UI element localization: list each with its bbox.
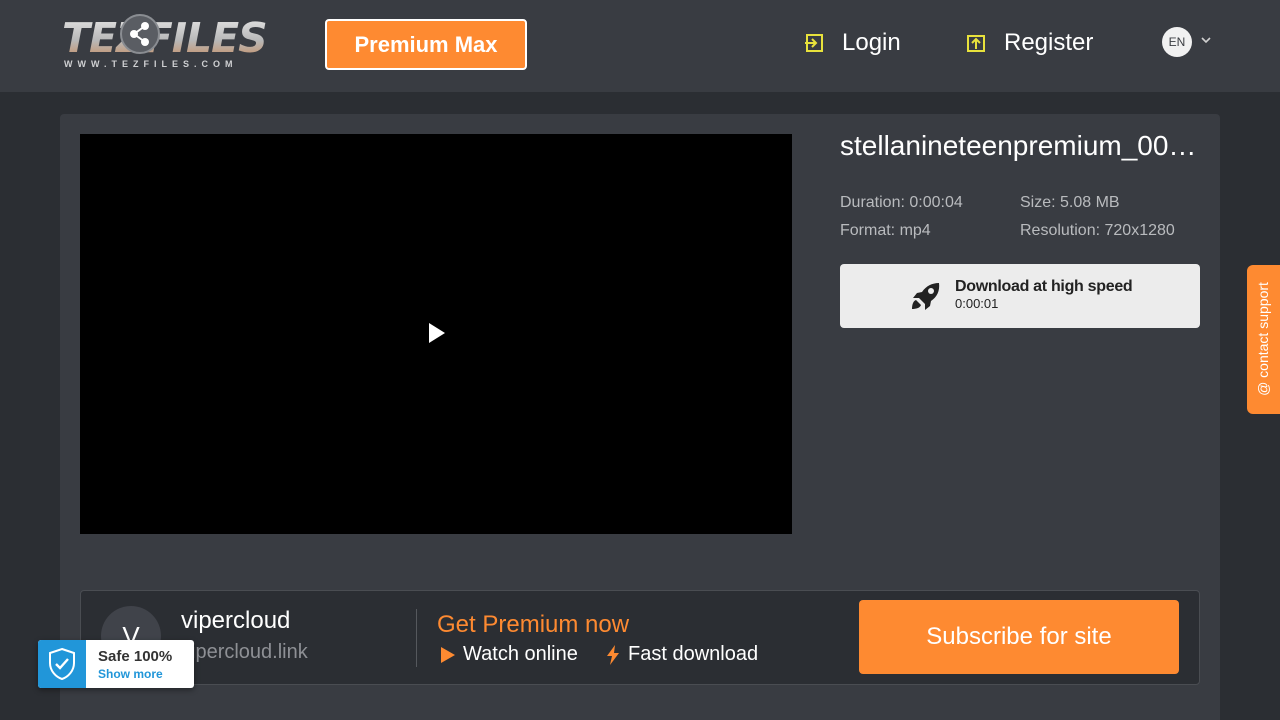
premium-max-button[interactable]: Premium Max [325, 19, 527, 70]
login-icon [805, 34, 823, 52]
register-label: Register [1004, 29, 1094, 56]
safe-badge[interactable]: Safe 100% Show more [38, 640, 194, 688]
video-player[interactable] [80, 134, 792, 534]
file-resolution: Resolution: 720x1280 [1020, 222, 1175, 239]
get-premium-title: Get Premium now [437, 611, 630, 638]
register-icon [967, 35, 985, 52]
premium-promo-bar: V vipercloud vipercloud.link Get Premium… [80, 590, 1200, 685]
logo-url: WWW.TEZFILES.COM [64, 59, 238, 69]
download-high-speed-button[interactable]: Download at high speed 0:00:01 [840, 264, 1200, 328]
chevron-down-icon[interactable] [1200, 34, 1212, 46]
feature-watch-label: Watch online [463, 643, 578, 665]
file-duration: Duration: 0:00:04 [840, 194, 963, 211]
file-format: Format: mp4 [840, 222, 931, 239]
feature-fast-download: Fast download [606, 643, 758, 666]
login-label: Login [842, 29, 901, 56]
safe-title: Safe 100% [98, 648, 173, 665]
file-size: Size: 5.08 MB [1020, 194, 1120, 211]
shield-check-icon [38, 640, 86, 688]
site-name: vipercloud [181, 607, 291, 634]
download-timer: 0:00:01 [955, 296, 999, 311]
contact-support-label: @ contact support [1255, 282, 1271, 396]
play-icon[interactable] [429, 323, 445, 343]
subscribe-button[interactable]: Subscribe for site [859, 600, 1179, 674]
rocket-icon [912, 283, 940, 310]
header-bar: TEZFILES WWW.TEZFILES.COM Premium Max Lo… [0, 0, 1280, 92]
register-link[interactable]: Register [966, 26, 1093, 60]
file-title: stellanineteenpremium_00… [840, 130, 1197, 161]
download-label: Download at high speed [955, 278, 1133, 295]
contact-support-tab[interactable]: @ contact support [1247, 265, 1280, 414]
feature-watch-online: Watch online [441, 643, 578, 666]
language-selector[interactable]: EN [1162, 27, 1192, 57]
site-url[interactable]: vipercloud.link [181, 641, 308, 664]
play-triangle-icon [441, 646, 455, 663]
logo-wordmark: TEZFILES [62, 14, 268, 62]
show-more-link[interactable]: Show more [98, 667, 163, 681]
login-link[interactable]: Login [804, 26, 901, 60]
feature-fast-label: Fast download [628, 643, 759, 665]
divider [416, 609, 417, 667]
lightning-icon [607, 644, 619, 665]
tezfiles-logo[interactable]: TEZFILES WWW.TEZFILES.COM [60, 12, 268, 74]
share-icon [120, 14, 160, 54]
